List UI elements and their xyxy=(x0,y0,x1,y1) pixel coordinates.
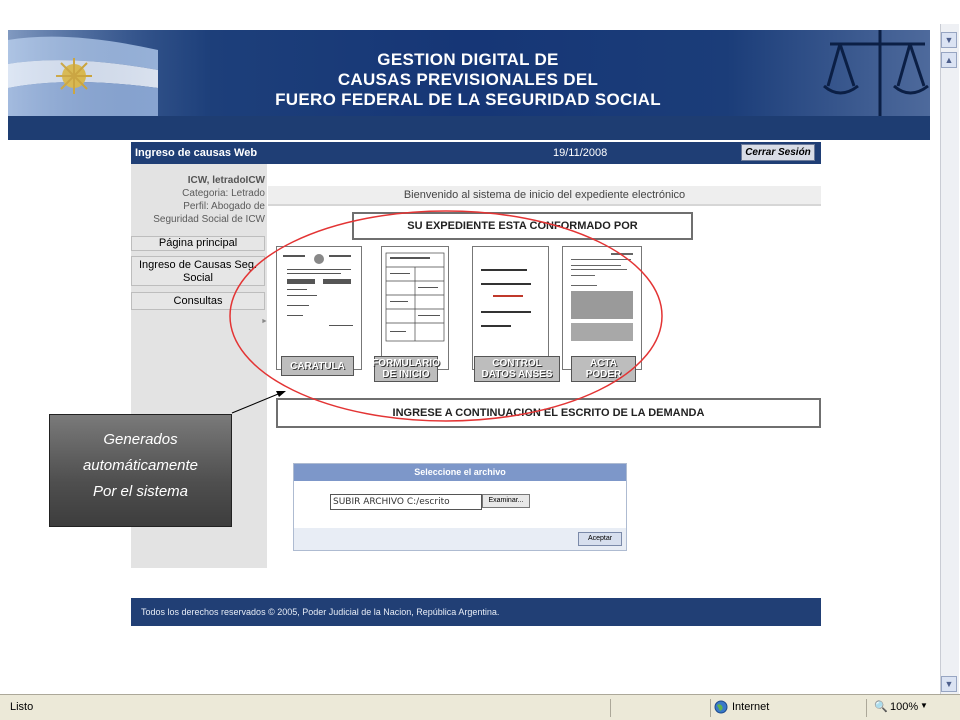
zone-label: Internet xyxy=(732,701,770,713)
demand-instruction: INGRESE A CONTINUACION EL ESCRITO DE LA … xyxy=(276,398,821,428)
zoom-level[interactable]: 100% xyxy=(890,701,918,713)
nav-item-home[interactable]: Página principal xyxy=(131,236,265,251)
scroll-down-icon[interactable]: ▼ xyxy=(941,676,957,692)
status-separator xyxy=(710,699,711,717)
formulario-button[interactable]: FORMULARIO DE INICIO xyxy=(372,356,440,382)
page-footer: Todos los derechos reservados © 2005, Po… xyxy=(131,598,821,626)
upload-header: Seleccione el archivo xyxy=(294,464,626,481)
scales-of-justice-image xyxy=(823,30,929,116)
caratula-preview-image xyxy=(283,254,353,326)
file-path-input[interactable]: SUBIR ARCHIVO C:/escrito xyxy=(330,494,482,510)
internet-globe-icon xyxy=(714,700,728,714)
app-title: Ingreso de causas Web xyxy=(135,147,258,159)
nav-item-consultas[interactable]: Consultas xyxy=(131,292,265,310)
callout-box: Generados automáticamente Por el sistema xyxy=(49,414,232,527)
acta-button[interactable]: ACTA PODER xyxy=(571,356,636,382)
control-preview-image xyxy=(481,269,531,327)
welcome-banner: Bienvenido al sistema de inicio del expe… xyxy=(268,186,821,204)
header-banner: GESTION DIGITAL DE CAUSAS PREVISIONALES … xyxy=(8,30,930,116)
scroll-up-icon[interactable]: ▲ xyxy=(941,52,957,68)
browser-left-edge xyxy=(0,24,8,694)
formulario-label-line2: DE INICIO xyxy=(382,369,430,380)
user-profile-cont: Seguridad Social de ICW xyxy=(153,214,265,225)
acta-label-line2: PODER xyxy=(585,369,622,380)
document-thumbnail-acta[interactable] xyxy=(562,246,642,370)
document-thumbnail-caratula[interactable] xyxy=(276,246,362,370)
callout-line3: Por el sistema xyxy=(92,483,189,500)
acta-preview-image xyxy=(571,253,633,341)
status-separator xyxy=(866,699,867,717)
upload-footer xyxy=(294,528,626,550)
zoom-icon[interactable]: 🔍 xyxy=(874,700,888,713)
acta-label-line1: ACTA xyxy=(589,358,618,369)
document-thumbnail-formulario[interactable] xyxy=(381,246,449,370)
callout-line2: automáticamente xyxy=(82,457,199,474)
expediente-header: SU EXPEDIENTE ESTA CONFORMADO POR xyxy=(352,212,693,240)
nav-item-ingreso-line2: Social xyxy=(183,272,213,284)
app-header: Ingreso de causas Web 19/11/2008 Cerrar … xyxy=(131,142,821,164)
control-button[interactable]: CONTROL DATOS ANSES xyxy=(474,356,560,382)
control-label-line2: DATOS ANSES xyxy=(481,369,553,380)
banner-title-line2: CAUSAS PREVISIONALES DEL xyxy=(337,70,599,89)
caratula-button[interactable]: CARATULA xyxy=(281,356,354,376)
browser-top-strip xyxy=(0,0,960,24)
formulario-preview-image xyxy=(385,252,445,342)
accept-button[interactable]: Aceptar xyxy=(578,532,622,546)
collapse-arrow-icon[interactable]: ► xyxy=(261,318,268,325)
zoom-dropdown-icon[interactable]: ▼ xyxy=(920,701,928,710)
control-label-line1: CONTROL xyxy=(492,358,542,369)
banner-strip xyxy=(8,116,930,140)
logout-button[interactable]: Cerrar Sesión xyxy=(741,144,815,161)
scroll-dropdown-icon[interactable]: ▼ xyxy=(941,32,957,48)
caratula-label-line1: CARATULA xyxy=(290,360,345,372)
welcome-divider xyxy=(268,204,821,206)
browser-window: GESTION DIGITAL DE CAUSAS PREVISIONALES … xyxy=(0,0,960,720)
argentina-flag-image xyxy=(8,30,158,116)
upload-panel: Seleccione el archivo SUBIR ARCHIVO C:/e… xyxy=(293,463,627,551)
nav-item-ingreso[interactable]: Ingreso de Causas Seg. Social xyxy=(131,256,265,286)
user-category: Categoria: Letrado xyxy=(182,188,265,199)
browse-button[interactable]: Examinar... xyxy=(482,494,530,508)
user-profile: Perfil: Abogado de xyxy=(183,201,265,212)
user-info: ICW, letradoICW Categoria: Letrado Perfi… xyxy=(141,174,265,226)
banner-title-line1: GESTION DIGITAL DE xyxy=(377,50,559,69)
banner-title-line3: FUERO FEDERAL DE LA SEGURIDAD SOCIAL xyxy=(275,90,661,109)
nav-item-ingreso-line1: Ingreso de Causas Seg. xyxy=(138,259,258,271)
status-text: Listo xyxy=(10,701,34,713)
vertical-scrollbar[interactable] xyxy=(940,24,959,694)
document-thumbnail-control[interactable] xyxy=(472,246,549,370)
status-bar: Listo Internet 🔍 100% ▼ xyxy=(0,694,960,720)
app-date: 19/11/2008 xyxy=(553,147,608,159)
formulario-label-line1: FORMULARIO xyxy=(372,358,440,369)
user-name: ICW, letradoICW xyxy=(187,175,265,186)
callout-line1: Generados xyxy=(103,431,178,448)
status-separator xyxy=(610,699,611,717)
